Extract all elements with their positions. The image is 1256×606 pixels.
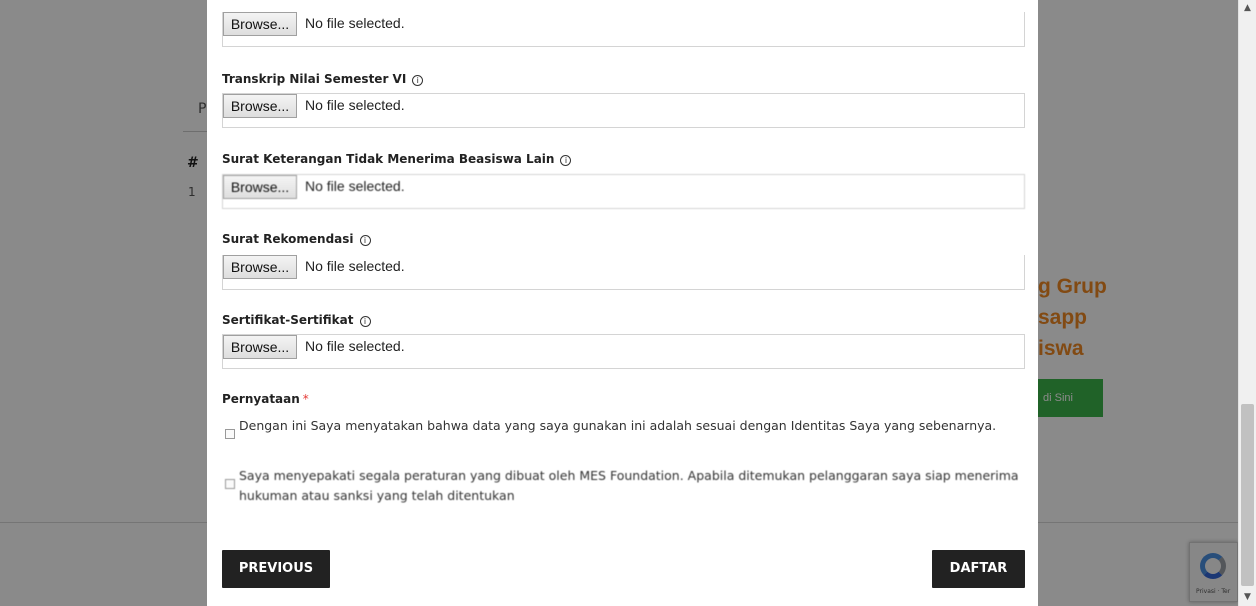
- file-input-transkrip[interactable]: Browse... No file selected.: [222, 93, 1025, 128]
- browse-button[interactable]: Browse...: [223, 12, 297, 36]
- field-label-text: Transkrip Nilai Semester VI: [222, 72, 407, 86]
- field-label-transkrip: Transkrip Nilai Semester VI i: [222, 72, 424, 86]
- statement-rules[interactable]: Saya menyepakati segala peraturan yang d…: [225, 466, 1025, 508]
- info-circle-icon[interactable]: i: [359, 316, 371, 327]
- field-label-text: Surat Rekomendasi: [222, 232, 354, 246]
- registration-modal: Browse... No file selected. Transkrip Ni…: [207, 0, 1038, 606]
- statement-rules-text: Saya menyepakati segala peraturan yang d…: [239, 468, 1019, 503]
- field-label-sertifikat: Sertifikat-Sertifikat i: [222, 313, 371, 327]
- file-input-sertifikat[interactable]: Browse... No file selected.: [222, 334, 1025, 369]
- browse-button[interactable]: Browse...: [223, 335, 297, 359]
- file-status: No file selected.: [305, 97, 405, 113]
- field-label-surat-keterangan: Surat Keterangan Tidak Menerima Beasiswa…: [222, 152, 572, 166]
- statement-rules-checkbox[interactable]: [225, 479, 235, 489]
- file-status: No file selected.: [305, 15, 405, 31]
- field-label-surat-rekomendasi: Surat Rekomendasi i: [222, 232, 371, 246]
- previous-button[interactable]: PREVIOUS: [222, 550, 330, 588]
- chevron-up-icon[interactable]: ▲: [1239, 0, 1256, 17]
- statement-identity-checkbox[interactable]: [225, 429, 235, 439]
- pernyataan-label-text: Pernyataan: [222, 392, 300, 406]
- file-input-previous-document[interactable]: Browse... No file selected.: [222, 12, 1025, 47]
- file-status: No file selected.: [305, 338, 405, 354]
- daftar-submit-button[interactable]: DAFTAR: [932, 550, 1025, 588]
- info-circle-icon[interactable]: i: [412, 75, 424, 86]
- page-scrollbar[interactable]: ▲ ▼: [1238, 0, 1256, 606]
- file-status: No file selected.: [305, 178, 405, 194]
- browse-button[interactable]: Browse...: [223, 94, 297, 118]
- browse-button[interactable]: Browse...: [223, 255, 297, 279]
- pernyataan-label: Pernyataan *: [222, 392, 309, 406]
- file-input-surat-keterangan[interactable]: Browse... No file selected.: [222, 174, 1025, 209]
- file-status: No file selected.: [305, 258, 405, 274]
- info-circle-icon[interactable]: i: [359, 235, 371, 246]
- file-input-surat-rekomendasi[interactable]: Browse... No file selected.: [222, 255, 1025, 290]
- statement-identity[interactable]: Dengan ini Saya menyatakan bahwa data ya…: [225, 416, 1025, 458]
- info-circle-icon[interactable]: i: [560, 155, 572, 166]
- scrollbar-thumb[interactable]: [1241, 404, 1254, 586]
- required-asterisk: *: [302, 392, 309, 406]
- field-label-text: Sertifikat-Sertifikat: [222, 313, 354, 327]
- browse-button[interactable]: Browse...: [223, 175, 297, 199]
- field-label-text: Surat Keterangan Tidak Menerima Beasiswa…: [222, 152, 555, 166]
- statement-identity-text: Dengan ini Saya menyatakan bahwa data ya…: [239, 418, 997, 433]
- chevron-down-icon[interactable]: ▼: [1239, 589, 1256, 606]
